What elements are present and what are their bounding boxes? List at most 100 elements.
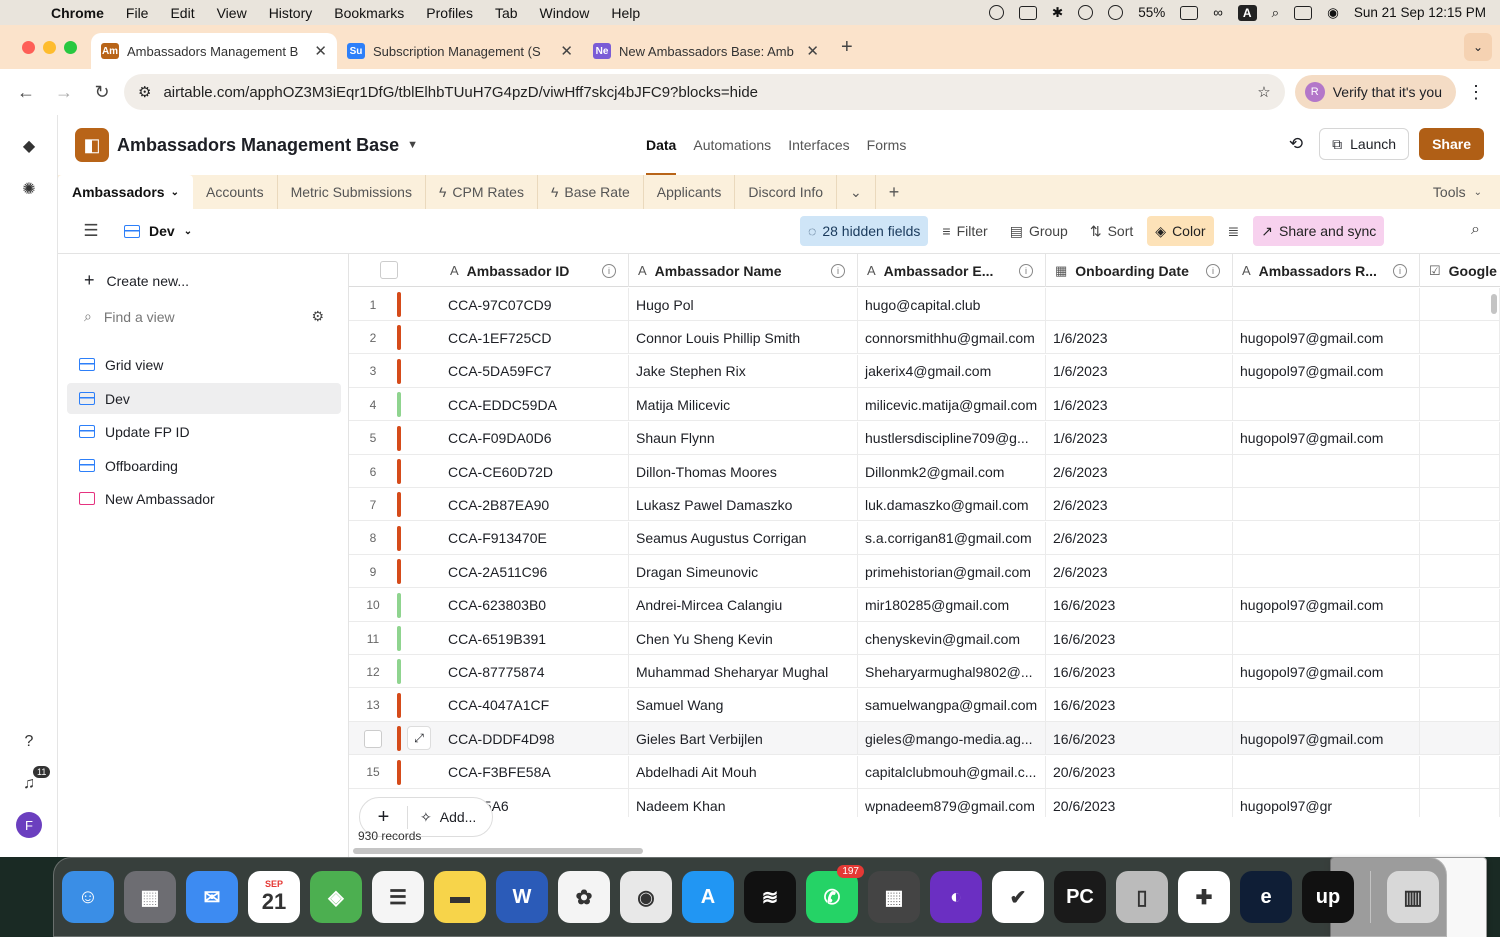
reminders-icon[interactable]: ☰: [372, 871, 424, 923]
add-record-button[interactable]: +: [360, 805, 408, 829]
cell-onboarding-date[interactable]: 2/6/2023: [1046, 488, 1233, 522]
minimize-window-icon[interactable]: [43, 40, 56, 54]
add-table-button[interactable]: +: [876, 175, 913, 209]
menu-view[interactable]: View: [206, 5, 258, 21]
cell-ambassador-id[interactable]: CCA-2B87EA90: [441, 488, 629, 522]
close-tab-icon[interactable]: ✕: [806, 42, 819, 60]
trash-icon[interactable]: ▥: [1387, 871, 1439, 923]
cell-onboarding-date[interactable]: 1/6/2023: [1046, 354, 1233, 388]
reload-icon[interactable]: ↻: [86, 82, 118, 103]
tab-search-icon[interactable]: ⌄: [1464, 33, 1492, 61]
cell-ambassador-id[interactable]: CCA-DDDF4D98: [441, 722, 629, 756]
launch-button[interactable]: ⧉ Launch: [1319, 128, 1410, 160]
word-icon[interactable]: W: [496, 871, 548, 923]
whatsapp-icon[interactable]: ✆ 197: [806, 865, 864, 923]
site-info-icon[interactable]: ⚙: [138, 83, 151, 101]
cell-ambassador-email[interactable]: milicevic.matija@gmail.com: [858, 388, 1046, 422]
cell-ambassador-id[interactable]: CCA-EDDC59DA: [441, 388, 629, 422]
new-tab-button[interactable]: +: [829, 36, 865, 59]
create-view-button[interactable]: + Create new...: [84, 270, 189, 291]
table-row[interactable]: 3 CCA-5DA59FC7 Jake Stephen Rix jakerix4@gm…: [349, 354, 1500, 388]
table-row[interactable]: 12 CCA-87775874 Muhammad Sheharyar Mughal S…: [349, 655, 1500, 689]
cell-ambassador-id[interactable]: CCA-97C07CD9: [441, 288, 629, 321]
base-icon[interactable]: ◧: [75, 128, 109, 162]
chevron-down-icon[interactable]: ▼: [407, 139, 418, 151]
table-tab-applicants[interactable]: Applicants: [644, 175, 736, 209]
cell-ambassador-email[interactable]: s.a.corrigan81@gmail.com: [858, 521, 1046, 555]
cell-ambassadors-referrer[interactable]: [1233, 555, 1420, 589]
cell-ambassador-email[interactable]: luk.damaszko@gmail.com: [858, 488, 1046, 522]
table-tab-base-rate[interactable]: ϟ Base Rate: [538, 175, 644, 209]
tools-menu[interactable]: Tools ⌄: [1433, 184, 1500, 200]
cell-ambassadors-referrer[interactable]: hugopol97@gmail.com: [1233, 588, 1420, 622]
cell-google[interactable]: [1420, 288, 1500, 321]
cell-ambassador-id[interactable]: CCA-6519B391: [441, 622, 629, 655]
table-row[interactable]: 6 CCA-CE60D72D Dillon-Thomas Moores Dillonm…: [349, 455, 1500, 488]
cell-google[interactable]: [1420, 354, 1500, 388]
menu-window[interactable]: Window: [529, 5, 601, 21]
cell-ambassador-name[interactable]: Seamus Augustus Corrigan: [629, 521, 858, 555]
cell-ambassadors-referrer[interactable]: hugopol97@gmail.com: [1233, 722, 1420, 756]
vpn-icon[interactable]: [988, 5, 1004, 20]
column-header-ambassador-id[interactable]: A Ambassador ID i: [441, 254, 629, 287]
cell-onboarding-date[interactable]: 16/6/2023: [1046, 688, 1233, 722]
cell-ambassador-email[interactable]: capitalclubmouh@gmail.c...: [858, 755, 1046, 789]
menu-tab[interactable]: Tab: [484, 5, 529, 21]
column-header-onboarding-date[interactable]: ▦ Onboarding Date i: [1046, 254, 1233, 287]
cell-ambassadors-referrer[interactable]: [1233, 755, 1420, 789]
table-row[interactable]: 4 CCA-EDDC59DA Matija Milicevic milicevic.m…: [349, 388, 1500, 422]
group-button[interactable]: ▤ Group: [1002, 216, 1076, 246]
zoom-window-icon[interactable]: [64, 40, 77, 54]
upwork-icon[interactable]: up: [1302, 871, 1354, 923]
menu-app-name[interactable]: Chrome: [40, 5, 115, 21]
cell-ambassadors-referrer[interactable]: [1233, 521, 1420, 555]
cell-ambassador-id[interactable]: CCA-F913470E: [441, 521, 629, 555]
forward-icon[interactable]: →: [48, 82, 80, 103]
cell-google[interactable]: [1420, 388, 1500, 422]
pycharm-icon[interactable]: PC: [1054, 871, 1106, 923]
menu-help[interactable]: Help: [600, 5, 651, 21]
cell-ambassador-id[interactable]: CCA-4047A1CF: [441, 688, 629, 722]
cell-google[interactable]: [1420, 455, 1500, 488]
history-icon[interactable]: ⟲: [1283, 134, 1309, 154]
nav-forms[interactable]: Forms: [867, 137, 907, 153]
iphone-mirroring-icon[interactable]: ▯: [1116, 871, 1168, 923]
siri-icon[interactable]: ◉: [1327, 5, 1339, 21]
cell-ambassador-name[interactable]: Muhammad Sheharyar Mughal: [629, 655, 858, 689]
cell-onboarding-date[interactable]: 1/6/2023: [1046, 388, 1233, 422]
table-row[interactable]: 2 CCA-1EF725CD Connor Louis Phillip Smith c…: [349, 321, 1500, 355]
cell-ambassador-name[interactable]: Gieles Bart Verbijlen: [629, 722, 858, 756]
cell-ambassadors-referrer[interactable]: hugopol97@gmail.com: [1233, 354, 1420, 388]
cell-ambassadors-referrer[interactable]: [1233, 688, 1420, 722]
cell-ambassador-email[interactable]: gieles@mango-media.ag...: [858, 722, 1046, 756]
color-button[interactable]: ◈ Color: [1147, 216, 1214, 246]
ticktick-icon[interactable]: ✔: [992, 871, 1044, 923]
accessibility-icon[interactable]: [1078, 5, 1094, 20]
cell-google[interactable]: [1420, 755, 1500, 789]
cell-ambassador-email[interactable]: hustlersdiscipline709@g...: [858, 421, 1046, 455]
cell-onboarding-date[interactable]: 16/6/2023: [1046, 722, 1233, 756]
cell-onboarding-date[interactable]: 16/6/2023: [1046, 622, 1233, 655]
cell-ambassador-name[interactable]: Connor Louis Phillip Smith: [629, 321, 858, 355]
sort-button[interactable]: ⇅ Sort: [1082, 216, 1141, 246]
cell-ambassador-id[interactable]: CCA-2A511C96: [441, 555, 629, 589]
table-tab-cpm-rates[interactable]: ϟ CPM Rates: [426, 175, 538, 209]
share-sync-button[interactable]: ↗ Share and sync: [1253, 216, 1385, 246]
info-icon[interactable]: i: [1206, 263, 1220, 278]
finder-icon[interactable]: ☺: [62, 871, 114, 923]
slack-icon[interactable]: ✚: [1178, 871, 1230, 923]
info-icon[interactable]: i: [1019, 263, 1033, 278]
table-row[interactable]: 9 CCA-2A511C96 Dragan Simeunovic primehisto…: [349, 555, 1500, 589]
cell-ambassadors-referrer[interactable]: [1233, 622, 1420, 655]
view-item-new-ambassador[interactable]: New Ambassador: [67, 483, 341, 514]
cell-ambassador-id[interactable]: CCA-F09DA0D6: [441, 421, 629, 455]
omni-icon[interactable]: ✺: [17, 177, 41, 201]
cell-ambassadors-referrer[interactable]: hugopol97@gmail.com: [1233, 655, 1420, 689]
cell-ambassador-email[interactable]: chenyskevin@gmail.com: [858, 622, 1046, 655]
cell-google[interactable]: [1420, 488, 1500, 522]
cell-ambassador-email[interactable]: hugo@capital.club: [858, 288, 1046, 321]
chrome-menu-icon[interactable]: ⋮: [1462, 82, 1490, 103]
cell-ambassador-id[interactable]: CCA-87775874: [441, 655, 629, 689]
url-text[interactable]: airtable.com/apphOZ3M3iEqr1DfG/tblElhbTU…: [163, 84, 1245, 101]
menu-file[interactable]: File: [115, 5, 160, 21]
